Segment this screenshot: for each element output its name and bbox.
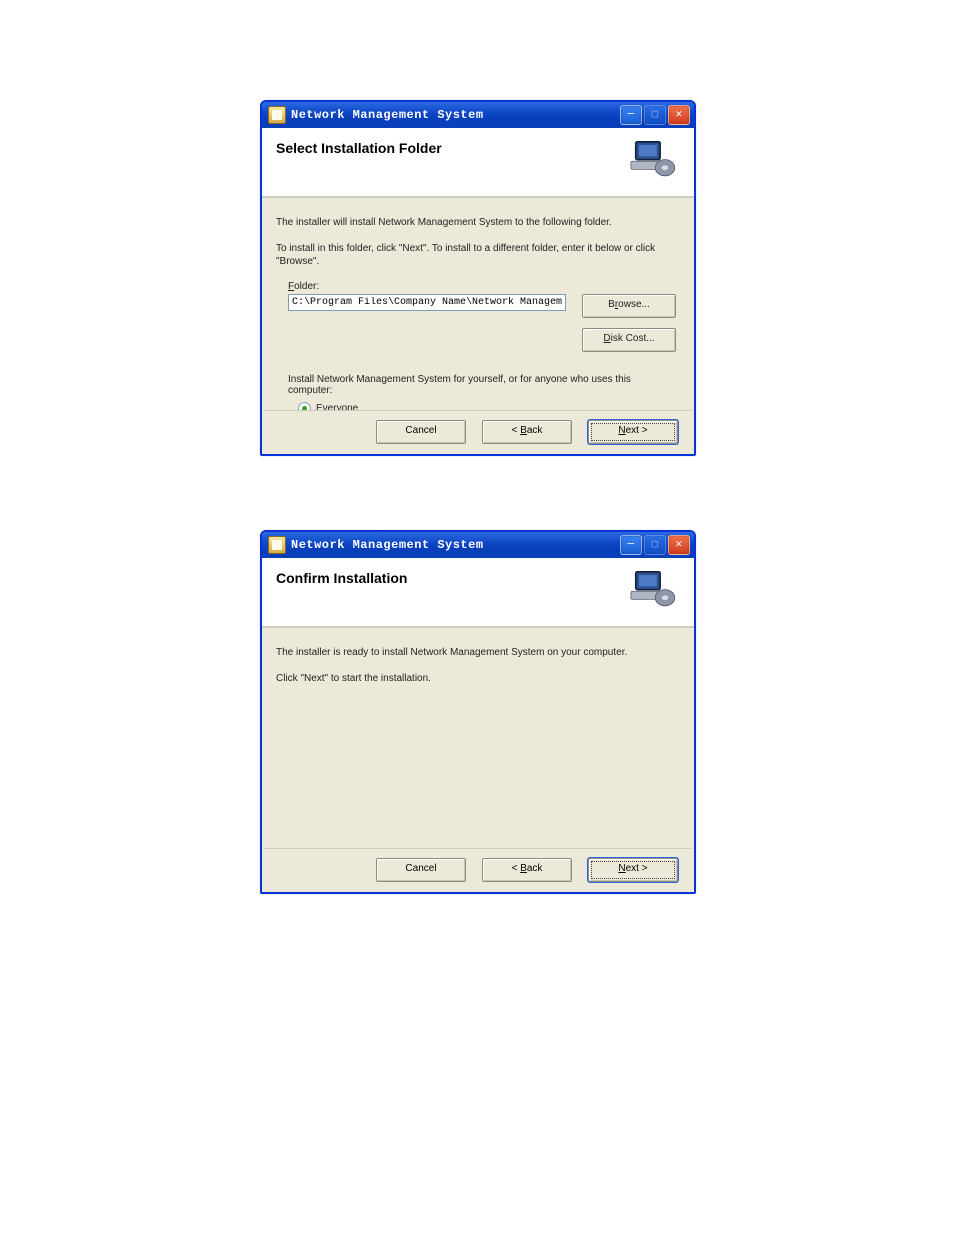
installer-icon	[268, 106, 286, 124]
setup-computer-icon	[624, 566, 680, 610]
window-title: Network Management System	[291, 108, 620, 122]
window-title: Network Management System	[291, 538, 620, 552]
wizard-header: Select Installation Folder	[262, 128, 694, 198]
window-controls: ─ ▢ ✕	[620, 535, 690, 555]
next-button[interactable]: Next >	[588, 420, 678, 444]
titlebar[interactable]: Network Management System ─ ▢ ✕	[262, 532, 694, 558]
close-button[interactable]: ✕	[668, 535, 690, 555]
setup-computer-icon	[624, 136, 680, 180]
window-controls: ─ ▢ ✕	[620, 105, 690, 125]
maximize-button: ▢	[644, 535, 666, 555]
wizard-header: Confirm Installation	[262, 558, 694, 628]
minimize-button[interactable]: ─	[620, 535, 642, 555]
maximize-button: ▢	[644, 105, 666, 125]
back-button[interactable]: < Back	[482, 420, 572, 444]
intro-text-1: The installer is ready to install Networ…	[276, 646, 680, 660]
installer-dialog-confirm: Network Management System ─ ▢ ✕ Confirm …	[260, 530, 696, 894]
page-title: Select Installation Folder	[276, 140, 442, 156]
next-button[interactable]: Next >	[588, 858, 678, 882]
wizard-footer: Cancel < Back Next >	[264, 848, 692, 890]
back-button[interactable]: < Back	[482, 858, 572, 882]
wizard-footer: Cancel < Back Next >	[264, 410, 692, 452]
installer-icon	[268, 536, 286, 554]
disk-cost-button[interactable]: Disk Cost...	[582, 328, 676, 352]
intro-text-1: The installer will install Network Manag…	[276, 216, 680, 230]
install-for-text: Install Network Management System for yo…	[288, 374, 674, 396]
cancel-button[interactable]: Cancel	[376, 420, 466, 444]
cancel-button[interactable]: Cancel	[376, 858, 466, 882]
intro-text-2: To install in this folder, click "Next".…	[276, 242, 680, 269]
intro-text-2: Click "Next" to start the installation.	[276, 672, 680, 686]
minimize-button[interactable]: ─	[620, 105, 642, 125]
titlebar[interactable]: Network Management System ─ ▢ ✕	[262, 102, 694, 128]
wizard-body: The installer will install Network Manag…	[262, 198, 694, 438]
browse-button[interactable]: Browse...	[582, 294, 676, 318]
close-button[interactable]: ✕	[668, 105, 690, 125]
installer-dialog-folder: Network Management System ─ ▢ ✕ Select I…	[260, 100, 696, 456]
folder-input[interactable]	[288, 294, 566, 311]
page-title: Confirm Installation	[276, 570, 407, 586]
folder-label: Folder:	[288, 281, 674, 292]
wizard-body: The installer is ready to install Networ…	[262, 628, 694, 701]
